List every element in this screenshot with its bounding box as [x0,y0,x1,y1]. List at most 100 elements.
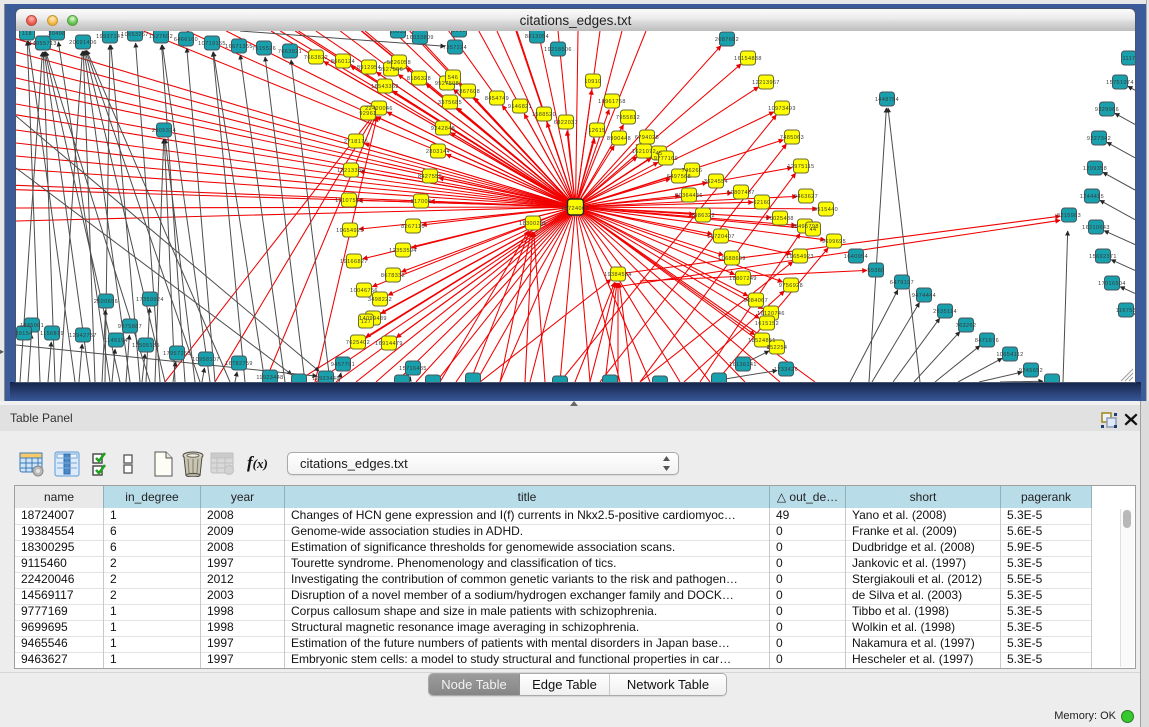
svg-text:16120746: 16120746 [757,311,785,317]
svg-text:19937141: 19937141 [96,34,124,40]
svg-text:7485063: 7485063 [780,135,804,141]
svg-text:1835061: 1835061 [20,323,44,329]
svg-text:10688609: 10688609 [718,256,746,262]
svg-text:1448784: 1448784 [875,97,899,103]
svg-text:14055713: 14055713 [29,41,57,47]
svg-text:17016504: 17016504 [1098,281,1126,287]
svg-text:12505135: 12505135 [132,343,160,349]
svg-text:8990448: 8990448 [607,136,631,142]
svg-text:1733426: 1733426 [774,367,798,373]
svg-text:15716485: 15716485 [399,366,427,372]
svg-text:8813: 8813 [452,31,466,34]
svg-text:10653267: 10653267 [121,32,149,38]
svg-text:16136141: 16136141 [729,362,757,368]
svg-text:9756928: 9756928 [779,283,803,289]
svg-text:2087682: 2087682 [715,37,739,43]
svg-text:12213389: 12213389 [337,168,365,174]
svg-text:9515440: 9515440 [814,207,838,213]
svg-text:1621072: 1621072 [632,149,656,155]
svg-text:11923448: 11923448 [256,375,283,381]
svg-text:9146821: 9146821 [508,104,532,110]
svg-text:6322037: 6322037 [554,120,578,126]
svg-text:10046756: 10046756 [350,288,378,294]
svg-text:1244415: 1244415 [1080,194,1104,200]
svg-text:7663822: 7663822 [304,55,328,61]
svg-text:2020656: 2020656 [94,299,118,305]
svg-text:19654923: 19654923 [786,254,814,260]
svg-text:127: 127 [361,319,371,325]
svg-text:10910: 10910 [584,79,601,85]
svg-text:252254: 252254 [767,345,788,351]
svg-text:20364436: 20364436 [675,193,703,199]
svg-text:19654925: 19654925 [336,228,364,234]
svg-text:1527602: 1527602 [149,34,173,40]
svg-text:2803144: 2803144 [426,149,450,155]
svg-text:1615152: 1615152 [755,321,779,327]
svg-text:18807249: 18807249 [729,276,757,282]
svg-text:7625402: 7625402 [346,340,370,346]
svg-text:116753: 116753 [1116,308,1135,314]
svg-text:1145194: 1145194 [104,338,128,344]
svg-text:9777169: 9777169 [654,156,678,162]
svg-text:3375685: 3375685 [438,100,462,106]
svg-text:17359924: 17359924 [136,297,164,303]
svg-text:12213967: 12213967 [752,80,780,86]
svg-text:8471676: 8471676 [975,338,999,344]
svg-text:19166827: 19166827 [340,259,368,265]
svg-text:10973493: 10973493 [768,106,796,112]
svg-text:2905334: 2905334 [152,128,176,134]
svg-text:12353594: 12353594 [389,248,417,254]
svg-text:1209358: 1209358 [1083,166,1107,172]
svg-text:9242848: 9242848 [431,126,455,132]
svg-text:44: 44 [810,227,817,233]
svg-text:10958107: 10958107 [192,357,220,363]
svg-text:10107552: 10107552 [335,198,363,204]
svg-text:10654112: 10654112 [996,352,1023,358]
svg-text:8454749: 8454749 [485,96,509,102]
svg-text:9245652: 9245652 [1019,368,1043,374]
svg-text:9227342: 9227342 [1087,136,1111,142]
svg-text:7357224: 7357224 [443,45,467,51]
svg-text:16033: 16033 [389,31,406,35]
svg-text:8912954: 8912954 [357,65,381,71]
svg-text:17957255: 17957255 [163,351,191,357]
svg-text:3498222: 3498222 [368,297,392,303]
svg-text:2867608: 2867608 [456,89,480,95]
svg-text:9474444: 9474444 [912,293,936,299]
svg-text:9527506: 9527506 [379,67,403,73]
svg-text:9463627: 9463627 [794,194,818,200]
svg-text:16154838: 16154838 [734,56,762,62]
svg-text:8186328: 8186328 [407,76,431,82]
svg-text:3624554: 3624554 [704,179,728,185]
svg-text:12942757: 12942757 [69,333,97,339]
svg-text:6794028: 6794028 [635,135,659,141]
svg-text:62160: 62160 [753,200,770,206]
svg-text:9699695: 9699695 [822,239,846,245]
svg-text:10807487: 10807487 [727,190,755,196]
svg-text:10025488: 10025488 [766,216,794,222]
svg-text:16961758: 16961758 [598,99,626,105]
svg-text:9457791: 9457791 [331,362,355,368]
svg-text:20498: 20498 [48,31,65,37]
svg-text:10719155: 10719155 [198,41,226,47]
svg-text:9527508: 9527508 [435,81,459,87]
svg-text:817004: 817004 [411,199,432,205]
svg-text:8427552: 8427552 [418,174,442,180]
svg-text:39154: 39154 [16,331,33,337]
svg-text:763262: 763262 [956,323,977,329]
svg-text:8678332: 8678332 [381,273,405,279]
svg-text:1588520: 1588520 [532,112,556,118]
svg-text:6497568: 6497568 [667,174,691,180]
svg-text:16543362: 16543362 [371,84,399,90]
svg-text:15720407: 15720407 [707,234,735,240]
svg-text:16033809: 16033809 [406,35,434,41]
svg-text:12615: 12615 [588,128,605,134]
svg-text:5226058: 5226058 [387,60,411,66]
svg-text:12975115: 12975115 [787,164,814,170]
svg-text:7663821: 7663821 [278,49,302,55]
svg-text:18724007: 18724007 [561,206,589,212]
svg-text:18524851: 18524851 [748,338,776,344]
svg-text:8813054: 8813054 [525,34,549,40]
svg-text:9975887: 9975887 [118,324,142,330]
svg-text:18300295: 18300295 [519,221,547,227]
